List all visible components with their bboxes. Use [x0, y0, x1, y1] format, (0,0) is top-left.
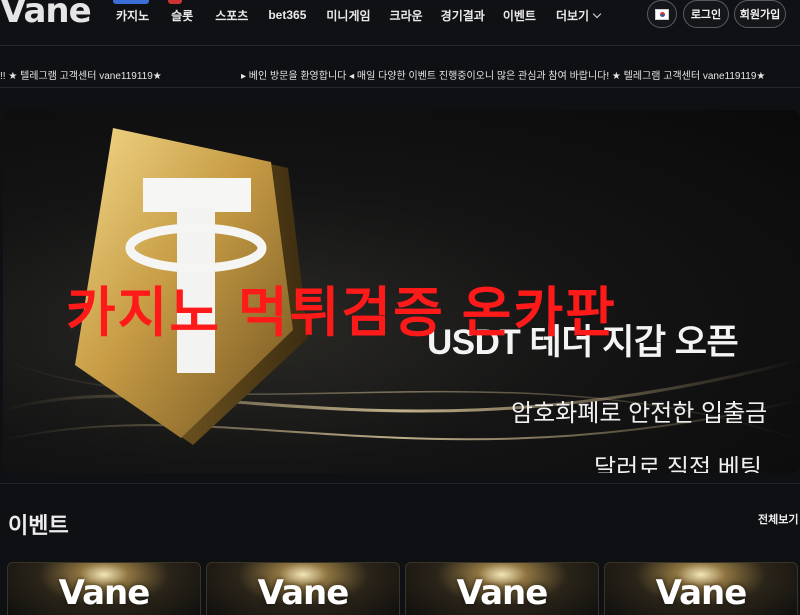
nav-item-results[interactable]: 경기결과 — [441, 7, 485, 23]
nav-item-sports[interactable]: 스포츠 — [215, 7, 248, 23]
site-logo[interactable]: Vane — [0, 0, 92, 31]
event-card[interactable]: Vane — [206, 562, 400, 615]
events-section-title: 이벤트 — [8, 513, 69, 538]
nav-item-more[interactable]: 더보기 — [555, 7, 602, 23]
korea-flag-icon — [655, 8, 669, 20]
nav-item-crown[interactable]: 크라운 — [390, 7, 423, 23]
nav-item-minigame[interactable]: 미니게임 — [326, 7, 370, 23]
red-watermark-text: 카지노 먹튀검증 온카판 — [66, 283, 617, 343]
event-card-logo: Vane — [456, 573, 549, 613]
event-card[interactable]: Vane — [7, 562, 201, 615]
nav-item-events[interactable]: 이벤트 — [503, 7, 536, 23]
language-button[interactable] — [647, 0, 677, 28]
banner-subtitle-1: 암호화폐로 안전한 입출금 — [511, 400, 768, 427]
section-divider — [0, 483, 800, 484]
nav-badge-blue — [113, 0, 149, 4]
event-card-list: Vane Vane Vane Vane — [7, 562, 800, 615]
ticker-text-main: ▸ 베인 방문을 환영합니다 ◂ 매일 다양한 이벤트 진행중이오니 많은 관심… — [241, 71, 766, 82]
nav-highlight-badges — [113, 0, 183, 4]
event-card[interactable]: Vane — [604, 562, 798, 615]
nav-item-slot[interactable]: 슬롯 — [171, 7, 193, 23]
view-all-link[interactable]: 전체보기 — [758, 511, 798, 527]
site-header: Vane 카지노 슬롯 스포츠 bet365 미니게임 크라운 경기결과 이벤트… — [0, 0, 800, 46]
login-button[interactable]: 로그인 — [683, 0, 729, 28]
tether-t-bar — [143, 178, 251, 212]
event-card-logo: Vane — [58, 573, 151, 613]
main-nav: 카지노 슬롯 스포츠 bet365 미니게임 크라운 경기결과 이벤트 더보기 — [116, 7, 602, 23]
nav-item-bet365[interactable]: bet365 — [268, 7, 306, 23]
event-card-logo: Vane — [257, 573, 350, 613]
nav-item-casino[interactable]: 카지노 — [116, 7, 149, 23]
notice-ticker: !! ★ 텔레그램 고객센터 vane119119★ ▸ 베인 방문을 환영합니… — [0, 58, 800, 88]
ticker-text-left: !! ★ 텔레그램 고객센터 vane119119★ — [0, 71, 162, 82]
banner-subtitle-2: 달러로 직접 베팅 — [594, 455, 762, 473]
chevron-down-icon — [592, 9, 602, 18]
event-card[interactable]: Vane — [405, 562, 599, 615]
signup-button[interactable]: 회원가입 — [734, 0, 786, 28]
nav-badge-red — [168, 0, 182, 4]
nav-more-label: 더보기 — [555, 8, 590, 23]
event-card-logo: Vane — [655, 573, 748, 613]
